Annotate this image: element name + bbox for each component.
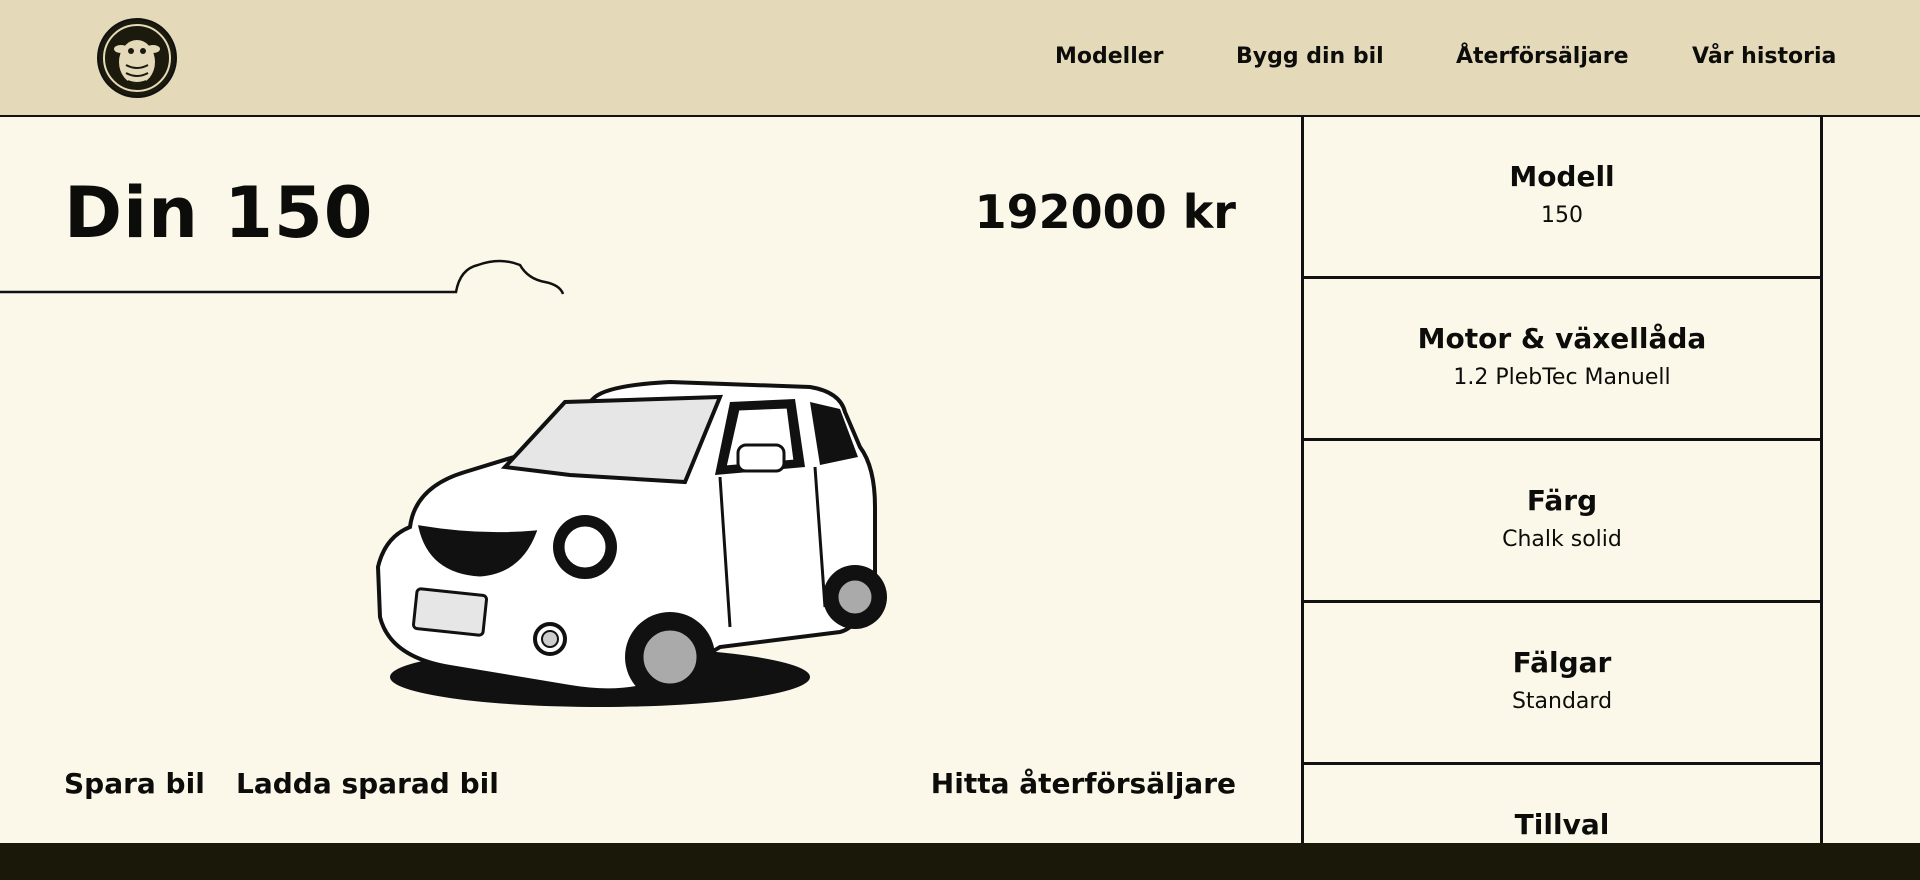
save-car-button[interactable]: Spara bil xyxy=(64,767,205,800)
car-summary: Din 150 192000 kr Spara bil Ladda sparad… xyxy=(0,117,1302,843)
spec-rims[interactable]: Fälgar Standard xyxy=(1304,603,1820,765)
find-dealer-button[interactable]: Hitta återförsäljare xyxy=(931,767,1236,800)
nav-var-historia[interactable]: Vår historia xyxy=(1692,44,1836,69)
spec-engine[interactable]: Motor & växellåda 1.2 PlebTec Manuell xyxy=(1304,279,1820,441)
spec-value: 150 xyxy=(1541,203,1583,228)
spec-label: Tillval xyxy=(1514,808,1610,841)
spec-label: Färg xyxy=(1526,484,1598,517)
site-header: Modeller Bygg din bil Återförsäljare Vår… xyxy=(0,0,1920,117)
sheep-logo-icon[interactable] xyxy=(96,17,178,99)
page-footer xyxy=(0,843,1920,880)
nav-bygg-din-bil[interactable]: Bygg din bil xyxy=(1236,44,1384,69)
spec-color[interactable]: Färg Chalk solid xyxy=(1304,441,1820,603)
spec-label: Motor & växellåda xyxy=(1417,322,1707,355)
nav-aterforsaljare[interactable]: Återförsäljare xyxy=(1456,44,1629,69)
spec-panel: Modell 150 Motor & växellåda 1.2 PlebTec… xyxy=(1301,117,1823,843)
car-price: 192000 kr xyxy=(974,185,1236,239)
spec-value: 1.2 PlebTec Manuell xyxy=(1453,365,1671,390)
spec-label: Modell xyxy=(1509,160,1615,193)
spec-value: Chalk solid xyxy=(1502,527,1622,552)
load-saved-car-button[interactable]: Ladda sparad bil xyxy=(236,767,499,800)
road-line-decoration xyxy=(0,259,565,295)
page-title: Din 150 xyxy=(64,172,374,254)
spec-options[interactable]: Tillval xyxy=(1304,765,1820,843)
car-image xyxy=(375,379,887,707)
nav-modeller[interactable]: Modeller xyxy=(1055,44,1164,69)
spec-label: Fälgar xyxy=(1512,646,1612,679)
spec-value: Standard xyxy=(1511,689,1613,714)
spec-model[interactable]: Modell 150 xyxy=(1304,117,1820,279)
